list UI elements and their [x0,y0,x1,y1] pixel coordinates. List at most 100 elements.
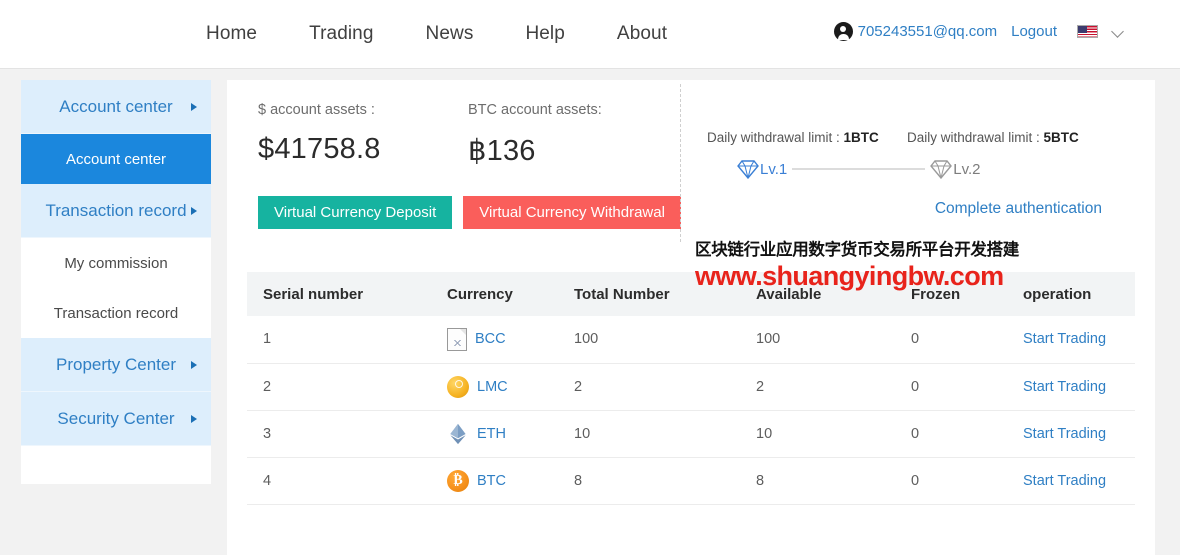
main-content-panel: $ account assets : $41758.8 BTC account … [227,80,1155,555]
column-header-frozen: Frozen [895,272,1007,316]
table-row: 2 LMC 2 2 0 Start Trading [247,363,1135,410]
cell-currency: ETH [431,410,558,457]
start-trading-link[interactable]: Start Trading [1023,379,1106,395]
column-header-available: Available [740,272,895,316]
usd-asset-value: $41758.8 [258,133,468,166]
sidebar-empty-panel [21,446,211,484]
cell-available: 10 [740,410,895,457]
assets-left-block: $ account assets : $41758.8 BTC account … [227,102,679,272]
assets-table-container: Serial number Currency Total Number Avai… [227,272,1155,505]
caret-right-icon [191,361,197,369]
sidebar-group-transaction-record[interactable]: Transaction record [21,184,211,238]
cell-serial: 3 [247,410,431,457]
diamond-icon [930,159,952,179]
user-email-label[interactable]: 705243551@qq.com [858,23,998,40]
level-connector-line [792,168,925,170]
btc-coin-icon: ₿ [447,470,469,492]
assets-table-head: Serial number Currency Total Number Avai… [247,272,1135,316]
start-trading-link[interactable]: Start Trading [1023,426,1106,442]
level-2-label: Lv.2 [953,161,980,178]
btc-asset-label: BTC account assets: [468,102,678,118]
column-header-total-number: Total Number [558,272,740,316]
cell-operation: Start Trading [1007,316,1135,363]
usd-asset-block: $ account assets : $41758.8 [258,102,468,168]
assets-summary-section: $ account assets : $41758.8 BTC account … [227,80,1155,272]
table-row: 3 ETH 10 10 [247,410,1135,457]
asset-action-buttons: Virtual Currency Deposit Virtual Currenc… [258,196,679,229]
sidebar-group-security-center[interactable]: Security Center [21,392,211,446]
nav-link-trading[interactable]: Trading [283,23,399,45]
level-section: Daily withdrawal limit : 1BTC Daily with… [679,102,1155,272]
column-header-currency: Currency [431,272,558,316]
sidebar-item-my-commission[interactable]: My commission [21,238,211,288]
sidebar-group-label: Transaction record [45,201,186,221]
table-header-row: Serial number Currency Total Number Avai… [247,272,1135,316]
cell-total: 2 [558,363,740,410]
top-navigation-bar: Home Trading News Help About 705243551@q… [0,0,1180,69]
cell-frozen: 0 [895,363,1007,410]
sidebar-group-account-center[interactable]: Account center [21,80,211,134]
currency-name: BTC [477,473,506,489]
cell-operation: Start Trading [1007,410,1135,457]
sidebar-item-transaction-record[interactable]: Transaction record [21,288,211,338]
cell-serial: 1 [247,316,431,363]
sidebar-group-label: Security Center [57,409,174,429]
nav-link-home[interactable]: Home [206,23,283,45]
nav-link-about[interactable]: About [591,23,693,45]
daily-limit-lv2: Daily withdrawal limit : 5BTC [907,130,1107,145]
caret-right-icon [191,415,197,423]
sidebar-group-label: Account center [59,97,172,117]
assets-table-body: 1 BCC 100 100 0 Start Trading [247,316,1135,504]
nav-link-news[interactable]: News [400,23,500,45]
column-header-operation: operation [1007,272,1135,316]
nav-link-help[interactable]: Help [499,23,590,45]
sidebar-subitem-label: My commission [64,255,167,272]
us-flag-icon[interactable] [1077,25,1098,38]
virtual-currency-deposit-button[interactable]: Virtual Currency Deposit [258,196,452,229]
cell-total: 8 [558,457,740,504]
level-progress: Lv.1 Lv.2 [707,159,1155,179]
cell-total: 100 [558,316,740,363]
diamond-icon [737,159,759,179]
caret-right-icon [191,103,197,111]
main-nav: Home Trading News Help About [206,23,693,45]
column-header-serial-number: Serial number [247,272,431,316]
start-trading-link[interactable]: Start Trading [1023,473,1106,489]
cell-available: 2 [740,363,895,410]
logout-button[interactable]: Logout [1011,23,1057,40]
cell-operation: Start Trading [1007,457,1135,504]
cell-available: 8 [740,457,895,504]
start-trading-link[interactable]: Start Trading [1023,331,1106,347]
table-row: 1 BCC 100 100 0 Start Trading [247,316,1135,363]
user-avatar-icon [834,22,853,41]
user-account-area: 705243551@qq.com Logout [834,22,1124,41]
sidebar-group-property-center[interactable]: Property Center [21,338,211,392]
chevron-down-icon[interactable] [1113,26,1124,37]
virtual-currency-withdrawal-button[interactable]: Virtual Currency Withdrawal [463,196,681,229]
currency-name: LMC [477,379,508,395]
daily-limit-lv2-prefix: Daily withdrawal limit : [907,130,1044,145]
daily-limit-lv1-value: 1BTC [844,130,879,145]
cell-currency: BCC [431,316,558,363]
cell-frozen: 0 [895,457,1007,504]
level-1-label: Lv.1 [760,161,787,178]
sidebar: Account center Account center Transactio… [21,80,211,555]
sidebar-item-account-center[interactable]: Account center [21,134,211,184]
cell-serial: 2 [247,363,431,410]
daily-limit-lv2-value: 5BTC [1044,130,1079,145]
cell-currency: ₿ BTC [431,457,558,504]
level-2-badge: Lv.2 [930,159,980,179]
daily-limit-lv1-prefix: Daily withdrawal limit : [707,130,844,145]
cell-frozen: 0 [895,410,1007,457]
eth-coin-icon [447,423,469,445]
sidebar-group-label: Property Center [56,355,176,375]
complete-authentication-link[interactable]: Complete authentication [935,200,1102,218]
cell-available: 100 [740,316,895,363]
level-1-badge: Lv.1 [737,159,787,179]
cell-frozen: 0 [895,316,1007,363]
daily-limit-lv1: Daily withdrawal limit : 1BTC [707,130,907,145]
sidebar-subitems: My commission Transaction record [21,238,211,338]
cell-total: 10 [558,410,740,457]
cell-operation: Start Trading [1007,363,1135,410]
assets-table: Serial number Currency Total Number Avai… [247,272,1135,505]
